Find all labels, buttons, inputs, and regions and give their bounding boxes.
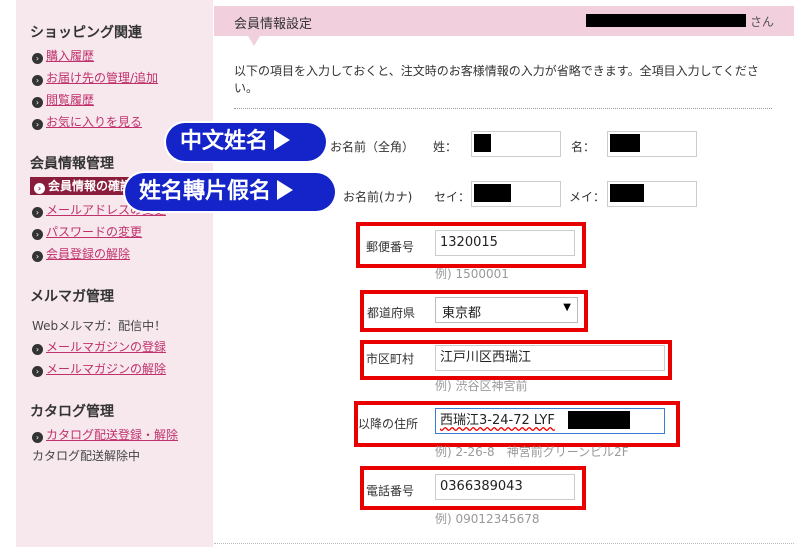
- sidebar-catalog-title: カタログ管理: [30, 404, 114, 420]
- chevron-right-icon: ›: [32, 207, 43, 218]
- page-title: 会員情報設定: [234, 17, 313, 32]
- postal-label: 郵便番号: [366, 240, 415, 254]
- sidebar-member-title: 会員情報管理: [30, 156, 114, 172]
- sidebar-link-cancel-membership[interactable]: › 会員登録の解除: [32, 245, 130, 262]
- chevron-right-icon: ›: [32, 53, 43, 64]
- phone-label: 電話番号: [366, 484, 415, 498]
- name-kana-sei-label: セイ：: [434, 190, 471, 204]
- callout-kana-name: 姓名轉片假名: [125, 173, 335, 211]
- postal-hint: 例) 1500001: [435, 267, 509, 281]
- name-kana-mei-label: メイ：: [569, 190, 606, 204]
- name-kana-label: お名前(カナ): [343, 190, 413, 204]
- chevron-right-icon: ›: [32, 75, 43, 86]
- sidebar-mailmag-title: メルマガ管理: [30, 289, 114, 305]
- city-label: 市区町村: [366, 352, 415, 366]
- prefecture-label: 都道府県: [367, 306, 416, 320]
- dropdown-arrow-icon: ▼: [563, 302, 571, 313]
- divider: [214, 543, 794, 544]
- redacted-value: [610, 134, 640, 152]
- address-input[interactable]: 西瑞江3-24-72 LYF: [435, 408, 665, 434]
- page-header: 会員情報設定 さん: [214, 6, 794, 36]
- address-label: 以降の住所: [358, 417, 419, 431]
- chevron-right-icon: ›: [32, 432, 43, 443]
- sidebar-link-catalog-delivery[interactable]: › カタログ配送登録・解除: [32, 426, 178, 443]
- sidebar-link-purchase-history[interactable]: › 購入履歴: [32, 47, 94, 64]
- callout-chinese-name: 中文姓名: [166, 123, 326, 161]
- sidebar-link-browsing-history[interactable]: › 閲覧履歴: [32, 91, 94, 108]
- redacted-value: [610, 184, 644, 202]
- city-input[interactable]: 江戸川区西瑞江: [435, 345, 665, 371]
- chevron-right-icon: ›: [34, 183, 45, 194]
- redacted-value: [568, 411, 630, 429]
- play-arrow-icon: [274, 130, 291, 150]
- intro-text: 以下の項目を入力しておくと、注文時のお客様情報の入力が省略できます。全項目入力し…: [234, 64, 759, 95]
- sidebar-catalog-status: カタログ配送解除中: [32, 449, 141, 463]
- redacted-username: [586, 14, 746, 27]
- sidebar-link-mailmag-subscribe[interactable]: › メールマガジンの登録: [32, 338, 166, 355]
- redacted-value: [474, 134, 491, 152]
- address-hint: 例) 2-26-8 神宮前グリーンビル2F: [435, 445, 629, 459]
- divider: [234, 108, 772, 109]
- chevron-right-icon: ›: [32, 229, 43, 240]
- play-arrow-icon: [277, 180, 294, 200]
- city-hint: 例) 渋谷区神宮前: [435, 379, 528, 393]
- name-kanji-label: お名前（全角）: [330, 140, 415, 154]
- prefecture-select[interactable]: 東京都 ▼: [435, 297, 578, 323]
- chevron-right-icon: ›: [32, 119, 43, 130]
- sidebar-mailmag-status: Webメルマガ：配信中！: [32, 319, 167, 333]
- name-kanji-mei-label: 名：: [571, 140, 596, 154]
- chevron-right-icon: ›: [32, 344, 43, 355]
- header-pointer: [248, 36, 260, 46]
- sidebar-link-mailmag-unsubscribe[interactable]: › メールマガジンの解除: [32, 360, 166, 377]
- sidebar-link-change-password[interactable]: › パスワードの変更: [32, 223, 142, 240]
- name-kanji-sei-label: 姓：: [433, 140, 458, 154]
- header-honorific: さん: [750, 15, 775, 29]
- redacted-value: [474, 184, 511, 202]
- sidebar-link-favorites[interactable]: › お気に入りを見る: [32, 113, 142, 130]
- sidebar-link-delivery-address[interactable]: › お届け先の管理/追加: [32, 69, 158, 86]
- chevron-right-icon: ›: [32, 251, 43, 262]
- chevron-right-icon: ›: [32, 366, 43, 377]
- sidebar-shopping-title: ショッピング関連: [30, 25, 142, 41]
- postal-input[interactable]: 1320015: [435, 230, 575, 256]
- chevron-right-icon: ›: [32, 97, 43, 108]
- phone-input[interactable]: 0366389043: [435, 474, 575, 500]
- sidebar: ショッピング関連 › 購入履歴 › お届け先の管理/追加 › 閲覧履歴 › お気に入りを…: [16, 0, 213, 547]
- phone-hint: 例) 09012345678: [435, 512, 540, 526]
